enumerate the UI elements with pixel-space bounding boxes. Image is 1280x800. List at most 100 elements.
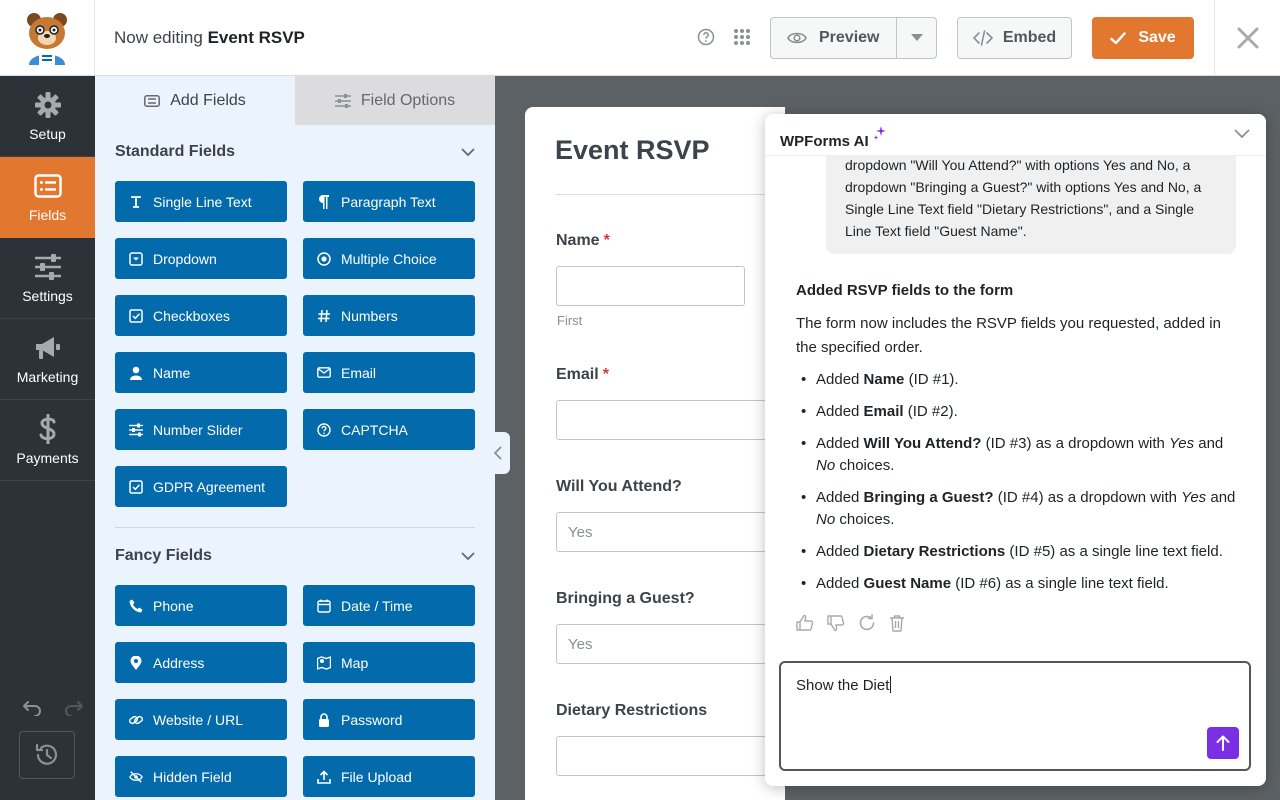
- ai-panel-collapse-button[interactable]: [1234, 126, 1250, 144]
- preview-dropdown-button[interactable]: [897, 18, 936, 58]
- list-item: Added Bringing a Guest? (ID #4) as a dro…: [796, 487, 1236, 531]
- field-label: Email: [341, 364, 377, 381]
- map-pin-icon: [129, 655, 143, 670]
- text-line-icon: [129, 195, 143, 209]
- collapse-panel-toggle[interactable]: [486, 432, 510, 474]
- nav-item-fields[interactable]: Fields: [0, 157, 95, 238]
- field-gdpr-agreement[interactable]: GDPR Agreement: [115, 466, 287, 507]
- envelope-icon: [317, 366, 331, 380]
- standard-fields-header[interactable]: Standard Fields: [115, 143, 475, 161]
- dietary-input[interactable]: [556, 736, 785, 776]
- field-website-url[interactable]: Website / URL: [115, 699, 287, 740]
- form-preview-card: Event RSVP Name * First Email * Will You A…: [525, 107, 785, 800]
- grid-menu-icon[interactable]: [732, 27, 752, 47]
- tab-add-fields-label: Add Fields: [170, 91, 246, 109]
- builder-sidebar: Setup Fields Settings Marketing Payments: [0, 76, 95, 800]
- eye-icon: [787, 32, 807, 44]
- email-input[interactable]: [556, 400, 785, 440]
- field-label: Website / URL: [153, 711, 243, 728]
- phone-icon: [129, 599, 143, 613]
- link-icon: [129, 713, 143, 727]
- save-button[interactable]: Save: [1092, 17, 1194, 59]
- field-date-time[interactable]: Date / Time: [303, 585, 475, 626]
- nav-label-fields: Fields: [28, 207, 67, 223]
- preview-button[interactable]: Preview: [771, 18, 897, 58]
- name-field-label[interactable]: Name *: [556, 232, 610, 250]
- field-captcha[interactable]: CAPTCHA: [303, 409, 475, 450]
- field-label: Checkboxes: [153, 307, 231, 324]
- refresh-icon[interactable]: [858, 614, 876, 632]
- close-button[interactable]: [1214, 0, 1280, 76]
- field-address[interactable]: Address: [115, 642, 287, 683]
- revisions-button[interactable]: [19, 731, 75, 779]
- name-first-sublabel: First: [557, 313, 583, 328]
- field-label: Name: [153, 364, 191, 381]
- guest-field-label[interactable]: Bringing a Guest?: [556, 590, 695, 608]
- bear-mascot-icon: [27, 13, 67, 65]
- tab-add-fields[interactable]: Add Fields: [95, 76, 295, 125]
- nav-item-marketing[interactable]: Marketing: [0, 319, 95, 400]
- attend-select[interactable]: Yes: [556, 512, 785, 552]
- thumbs-up-icon[interactable]: [796, 614, 814, 632]
- ai-response-title: Added RSVP fields to the form: [796, 282, 1014, 299]
- sliders-icon: [129, 423, 143, 437]
- chevron-left-icon: [494, 446, 502, 460]
- field-label: GDPR Agreement: [153, 478, 266, 495]
- field-file-upload[interactable]: File Upload: [303, 756, 475, 797]
- field-label: Hidden Field: [153, 768, 232, 785]
- email-field-label[interactable]: Email *: [556, 366, 609, 384]
- redo-icon[interactable]: [64, 700, 84, 716]
- nav-item-setup[interactable]: Setup: [0, 76, 95, 157]
- attend-field-label[interactable]: Will You Attend?: [556, 478, 682, 496]
- field-numbers[interactable]: Numbers: [303, 295, 475, 336]
- form-name: Event RSVP: [207, 28, 305, 47]
- ai-prompt-value: Show the Diet: [796, 677, 890, 694]
- wpforms-logo: [0, 0, 95, 76]
- ai-panel-header: WPForms AI: [765, 114, 1266, 156]
- close-icon: [1237, 27, 1258, 49]
- field-label: Number Slider: [153, 421, 243, 438]
- caret-down-icon: [910, 34, 923, 41]
- ai-title-text: WPForms AI: [780, 133, 869, 150]
- gear-icon: [33, 90, 63, 120]
- list-item: Added Guest Name (ID #6) as a single lin…: [796, 573, 1236, 595]
- field-label: Date / Time: [341, 597, 413, 614]
- field-label: Map: [341, 654, 369, 671]
- fancy-fields-title: Fancy Fields: [115, 547, 212, 564]
- send-button[interactable]: [1207, 727, 1239, 759]
- dietary-field-label[interactable]: Dietary Restrictions: [556, 702, 707, 720]
- name-first-input[interactable]: [556, 266, 745, 306]
- tab-field-options[interactable]: Field Options: [295, 76, 495, 125]
- field-checkboxes[interactable]: Checkboxes: [115, 295, 287, 336]
- field-map[interactable]: Map: [303, 642, 475, 683]
- thumbs-down-icon[interactable]: [827, 614, 845, 632]
- field-email[interactable]: Email: [303, 352, 475, 393]
- field-multiple-choice[interactable]: Multiple Choice: [303, 238, 475, 279]
- field-hidden-field[interactable]: Hidden Field: [115, 756, 287, 797]
- field-paragraph-text[interactable]: Paragraph Text: [303, 181, 475, 222]
- ai-prompt-text: Show the Diet: [796, 676, 892, 694]
- arrow-up-icon: [1216, 735, 1230, 751]
- ai-prompt-input[interactable]: Show the Diet: [779, 661, 1251, 771]
- field-name[interactable]: Name: [115, 352, 287, 393]
- embed-button[interactable]: Embed: [957, 17, 1072, 59]
- field-number-slider[interactable]: Number Slider: [115, 409, 287, 450]
- field-dropdown[interactable]: Dropdown: [115, 238, 287, 279]
- field-single-line-text[interactable]: Single Line Text: [115, 181, 287, 222]
- nav-item-payments[interactable]: Payments: [0, 400, 95, 481]
- question-icon: [317, 422, 331, 437]
- field-password[interactable]: Password: [303, 699, 475, 740]
- undo-icon[interactable]: [22, 700, 42, 716]
- help-icon[interactable]: [696, 27, 716, 47]
- guest-select[interactable]: Yes: [556, 624, 785, 664]
- radio-icon: [317, 251, 331, 266]
- checkbox-icon: [129, 308, 143, 323]
- list-item: Added Will You Attend? (ID #3) as a drop…: [796, 433, 1236, 477]
- trash-icon[interactable]: [889, 614, 905, 632]
- editing-prefix: Now editing: [114, 28, 203, 47]
- nav-label-settings: Settings: [22, 288, 73, 304]
- nav-item-settings[interactable]: Settings: [0, 238, 95, 319]
- fancy-fields-header[interactable]: Fancy Fields: [115, 547, 475, 565]
- ai-response: Added RSVP fields to the form The form n…: [796, 282, 1236, 605]
- field-phone[interactable]: Phone: [115, 585, 287, 626]
